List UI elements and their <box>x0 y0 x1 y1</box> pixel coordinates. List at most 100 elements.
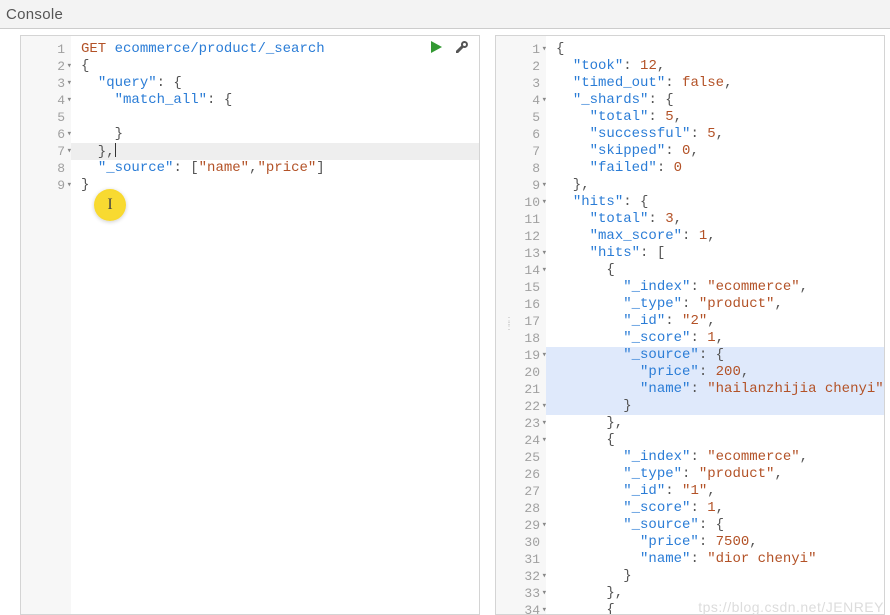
code-line[interactable]: "max_score": 1, <box>546 228 884 245</box>
line-number: 15 <box>496 279 540 296</box>
code-line[interactable]: "_type": "product", <box>546 466 884 483</box>
token: "total" <box>590 109 649 125</box>
code-line[interactable]: "match_all": { <box>71 92 479 109</box>
wrench-icon[interactable] <box>455 40 469 54</box>
token <box>556 534 640 550</box>
line-number: 19 <box>496 347 540 364</box>
code-line[interactable]: { <box>546 602 884 614</box>
token: : <box>665 75 682 91</box>
code-line[interactable]: "_source": ["name","price"] <box>71 160 479 177</box>
code-line[interactable]: { <box>546 262 884 279</box>
token <box>556 126 590 142</box>
code-line[interactable]: { <box>546 41 884 58</box>
line-number: 6 <box>496 126 540 143</box>
code-line[interactable]: "skipped": 0, <box>546 143 884 160</box>
code-line[interactable]: "total": 5, <box>546 109 884 126</box>
token: { <box>556 262 615 278</box>
line-number: 17 <box>496 313 540 330</box>
token: : <box>648 109 665 125</box>
token: "max_score" <box>590 228 682 244</box>
code-line[interactable]: "price": 200, <box>546 364 884 381</box>
code-line[interactable]: } <box>546 398 884 415</box>
line-number: 4 <box>21 92 65 109</box>
code-line[interactable]: { <box>546 432 884 449</box>
token: "_source" <box>98 160 174 176</box>
line-number: 2 <box>21 58 65 75</box>
token <box>556 483 623 499</box>
code-line[interactable]: "name": "hailanzhijia chenyi" <box>546 381 884 398</box>
token: false <box>682 75 724 91</box>
token: } <box>556 398 632 414</box>
token: : { <box>699 517 724 533</box>
line-number: 32 <box>496 568 540 585</box>
code-line[interactable]: "_type": "product", <box>546 296 884 313</box>
code-line[interactable]: { <box>71 58 479 75</box>
code-line[interactable]: "_source": { <box>546 347 884 364</box>
request-toolbar <box>429 40 469 54</box>
code-line[interactable]: "_index": "ecommerce", <box>546 279 884 296</box>
token <box>556 194 573 210</box>
code-line[interactable]: "_score": 1, <box>546 500 884 517</box>
code-line[interactable]: "_score": 1, <box>546 330 884 347</box>
code-line[interactable]: "_index": "ecommerce", <box>546 449 884 466</box>
token: , <box>690 143 698 159</box>
token: 5 <box>665 109 673 125</box>
token: : { <box>699 347 724 363</box>
run-icon[interactable] <box>429 40 443 54</box>
token: : { <box>648 92 673 108</box>
code-line[interactable]: "price": 7500, <box>546 534 884 551</box>
token <box>556 517 623 533</box>
response-pane[interactable]: 1234567891011121314151617181920212223242… <box>495 35 885 615</box>
token: GET <box>81 41 106 57</box>
token: "ecommerce" <box>707 449 799 465</box>
code-line[interactable]: }, <box>546 177 884 194</box>
code-line[interactable]: "total": 3, <box>546 211 884 228</box>
token: "product" <box>699 296 775 312</box>
token <box>106 41 114 57</box>
token: } <box>81 126 123 142</box>
token: : <box>665 313 682 329</box>
code-line[interactable]: "successful": 5, <box>546 126 884 143</box>
line-number: 10 <box>496 194 540 211</box>
code-line[interactable]: "took": 12, <box>546 58 884 75</box>
token: }, <box>556 585 623 601</box>
code-line[interactable]: "hits": [ <box>546 245 884 262</box>
code-line[interactable]: "_shards": { <box>546 92 884 109</box>
code-line[interactable]: "name": "dior chenyi" <box>546 551 884 568</box>
token: "price" <box>640 364 699 380</box>
request-code[interactable]: GET ecommerce/product/_search{ "query": … <box>71 36 479 614</box>
token: }, <box>556 177 590 193</box>
code-line[interactable]: "hits": { <box>546 194 884 211</box>
token: }, <box>81 144 115 160</box>
token <box>81 160 98 176</box>
code-line[interactable]: "_source": { <box>546 517 884 534</box>
code-line[interactable]: } <box>71 177 479 194</box>
token: "price" <box>640 534 699 550</box>
code-line[interactable]: }, <box>546 415 884 432</box>
code-line[interactable]: "query": { <box>71 75 479 92</box>
token <box>556 228 590 244</box>
token: "_id" <box>623 313 665 329</box>
split-drag-handle[interactable]: ⋮⋮ <box>504 320 512 330</box>
line-number: 11 <box>496 211 540 228</box>
code-line[interactable]: "failed": 0 <box>546 160 884 177</box>
code-line[interactable] <box>71 109 479 126</box>
request-pane[interactable]: 123456789 GET ecommerce/product/_search{… <box>20 35 480 615</box>
token: : <box>690 449 707 465</box>
token: "1" <box>682 483 707 499</box>
code-line[interactable]: GET ecommerce/product/_search <box>71 41 479 58</box>
token: : <box>657 160 674 176</box>
line-number: 26 <box>496 466 540 483</box>
code-line[interactable]: "_id": "1", <box>546 483 884 500</box>
token <box>556 551 640 567</box>
code-line[interactable]: }, <box>546 585 884 602</box>
code-line[interactable]: } <box>546 568 884 585</box>
code-line[interactable]: "_id": "2", <box>546 313 884 330</box>
token <box>81 75 98 91</box>
token: "product" <box>699 466 775 482</box>
response-code[interactable]: { "took": 12, "timed_out": false, "_shar… <box>546 36 884 614</box>
code-line[interactable]: } <box>71 126 479 143</box>
title-bar: Console <box>0 0 890 29</box>
code-line[interactable]: }, <box>71 143 479 160</box>
code-line[interactable]: "timed_out": false, <box>546 75 884 92</box>
